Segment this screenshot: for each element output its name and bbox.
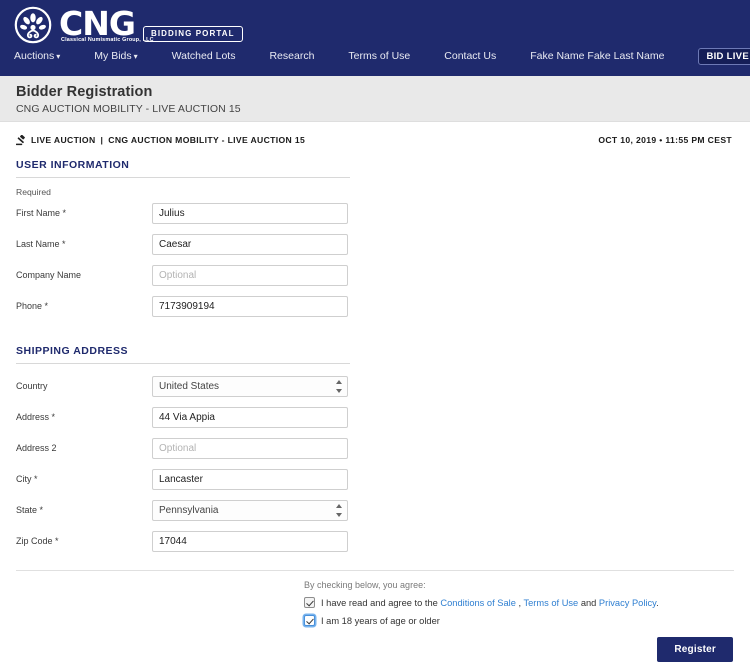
bidding-portal-badge: BIDDING PORTAL [142,25,243,42]
field-label-zip-code: Zip Code * [16,536,59,546]
address1-input[interactable] [152,406,348,428]
logo-wordmark[interactable]: CNG Classical Numismatic Group, LLC BIDD… [59,3,243,43]
agreement-row-terms: I have read and agree to the Conditions … [304,597,734,608]
agreement-terms-text: I have read and agree to the Conditions … [321,598,659,608]
chevron-down-icon: ▾ [56,52,61,61]
nav-label: My Bids [94,50,132,62]
logo-row: CNG Classical Numismatic Group, LLC BIDD… [0,0,750,44]
page-title: Bidder Registration [16,84,153,100]
field-label-state: State * [16,505,44,515]
breadcrumb-auction-name: CNG AUCTION MOBILITY - LIVE AUCTION 15 [108,135,306,145]
breadcrumb-separator: | [100,135,104,145]
form-actions: Register [304,626,734,662]
required-note: Required [16,187,51,197]
field-city: City * [16,464,734,494]
phone-input[interactable] [152,295,348,317]
field-last-name: Last Name * [16,229,734,259]
last-name-input[interactable] [152,233,348,255]
logo-main-text: CNG [59,3,136,43]
section-divider [16,363,350,364]
agreement-text-suffix: . [656,597,659,608]
breadcrumb: LIVE AUCTION | CNG AUCTION MOBILITY - LI… [16,122,734,148]
page-content: LIVE AUCTION | CNG AUCTION MOBILITY - LI… [0,122,750,662]
field-label-first-name: First Name * [16,208,67,218]
field-label-city: City * [16,474,38,484]
address2-input[interactable] [152,437,348,459]
register-button[interactable]: Register [657,637,733,662]
first-name-input[interactable] [152,202,348,224]
section-title-shipping-address: SHIPPING ADDRESS [16,345,129,357]
breadcrumb-left: LIVE AUCTION | CNG AUCTION MOBILITY - LI… [16,134,306,146]
field-label-country: Country [16,381,48,391]
field-label-company-name: Company Name [16,270,82,280]
page-subtitle: CNG AUCTION MOBILITY - LIVE AUCTION 15 [16,103,241,115]
field-state: State * Pennsylvania [16,495,734,525]
nav-item-contact-us[interactable]: Contact Us [444,50,496,62]
state-select[interactable]: Pennsylvania [152,499,348,521]
agreement-row-age: I am 18 years of age or older [304,615,734,626]
nav-label: Auctions [14,50,55,62]
nav-item-watched-lots[interactable]: Watched Lots [172,50,236,62]
nav-item-my-bids[interactable]: My Bids ▾ [94,50,137,62]
field-phone: Phone * [16,291,734,321]
section-title-user-information: USER INFORMATION [16,159,130,171]
agreement-intro: By checking below, you agree: [304,580,426,590]
field-label-phone: Phone * [16,301,49,311]
agreement-text-mid2: and [578,597,599,608]
logo-subtitle: Classical Numismatic Group, LLC [61,36,154,43]
agreement-text-prefix: I have read and agree to the [321,597,441,608]
field-company-name: Company Name [16,260,734,290]
company-name-input[interactable] [152,264,348,286]
page-header-banner: Bidder Registration CNG AUCTION MOBILITY… [0,76,750,122]
agree-age-checkbox[interactable] [304,615,315,626]
bid-live-button[interactable]: BID LIVE [698,47,750,65]
zip-code-input[interactable] [152,530,348,552]
link-privacy-policy[interactable]: Privacy Policy [599,598,656,608]
gavel-icon [16,134,27,146]
breadcrumb-live-label: LIVE AUCTION [31,135,96,145]
field-country: Country United States [16,371,734,401]
main-navigation: Auctions ▾ My Bids ▾ Watched Lots Research… [0,43,750,69]
country-select-wrapper[interactable]: United States [152,375,348,397]
agree-terms-checkbox[interactable] [304,597,315,608]
link-terms-of-use[interactable]: Terms of Use [523,598,578,608]
field-label-address1: Address * [16,412,56,422]
city-input[interactable] [152,468,348,490]
agreement-block: By checking below, you agree: I have rea… [304,571,734,662]
field-address2: Address 2 [16,433,734,463]
field-label-address2: Address 2 [16,443,57,453]
country-select[interactable]: United States [152,375,348,397]
nav-item-user-account[interactable]: Fake Name Fake Last Name [530,50,664,62]
site-header: CNG Classical Numismatic Group, LLC BIDD… [0,0,750,76]
field-first-name: First Name * [16,198,734,228]
agreement-age-text: I am 18 years of age or older [321,615,440,626]
field-label-last-name: Last Name * [16,239,66,249]
state-select-wrapper[interactable]: Pennsylvania [152,499,348,521]
auction-datetime: OCT 10, 2019 • 11:55 PM CEST [598,135,732,145]
field-address1: Address * [16,402,734,432]
cng-logo-icon[interactable] [14,6,52,44]
link-conditions-of-sale[interactable]: Conditions of Sale [440,598,515,608]
nav-item-research[interactable]: Research [269,50,314,62]
nav-item-terms-of-use[interactable]: Terms of Use [348,50,410,62]
nav-item-auctions[interactable]: Auctions ▾ [14,50,60,62]
field-zip-code: Zip Code * [16,526,734,556]
chevron-down-icon: ▾ [133,52,138,61]
section-divider [16,177,350,178]
